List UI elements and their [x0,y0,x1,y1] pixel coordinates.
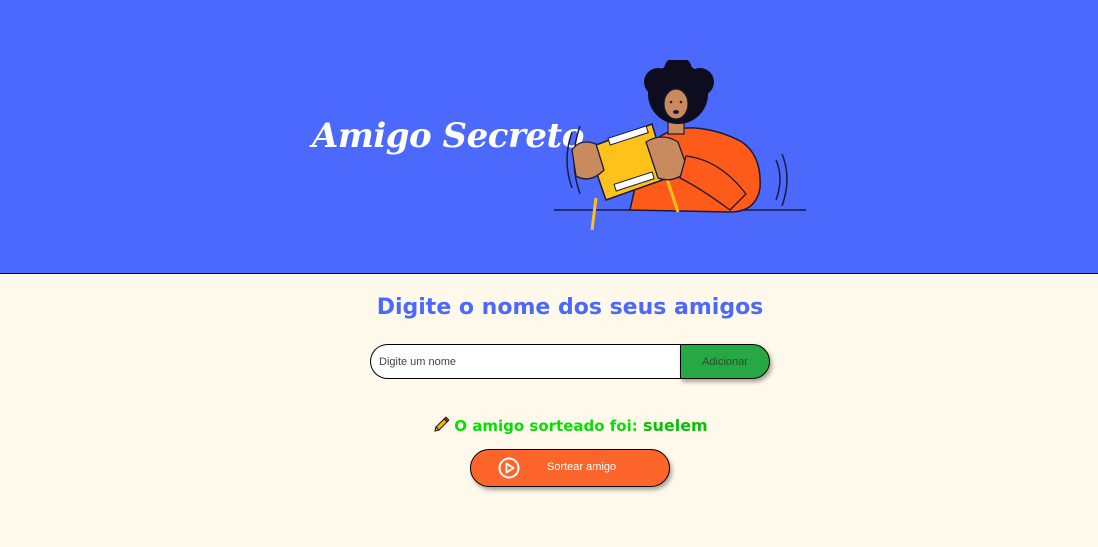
gamer-illustration [554,60,806,231]
draw-friend-button[interactable]: Sortear amigo [470,449,670,487]
app-title: Amigo Secreto [312,116,584,156]
header-banner: Amigo Secreto [0,0,1098,274]
draw-result: O amigo sorteado foi: suelem [0,416,1098,435]
friend-name-input[interactable] [370,344,690,379]
section-title: Digite o nome dos seus amigos [376,295,764,320]
winner-name: suelem [642,416,708,435]
add-button[interactable]: Adicionar [680,344,770,379]
play-circle-icon [498,457,520,479]
add-friend-form: Adicionar [370,344,770,379]
result-prefix: O amigo sorteado foi: [454,417,643,435]
draw-button-label: Sortear amigo [547,461,617,473]
pencil-icon [434,416,450,432]
